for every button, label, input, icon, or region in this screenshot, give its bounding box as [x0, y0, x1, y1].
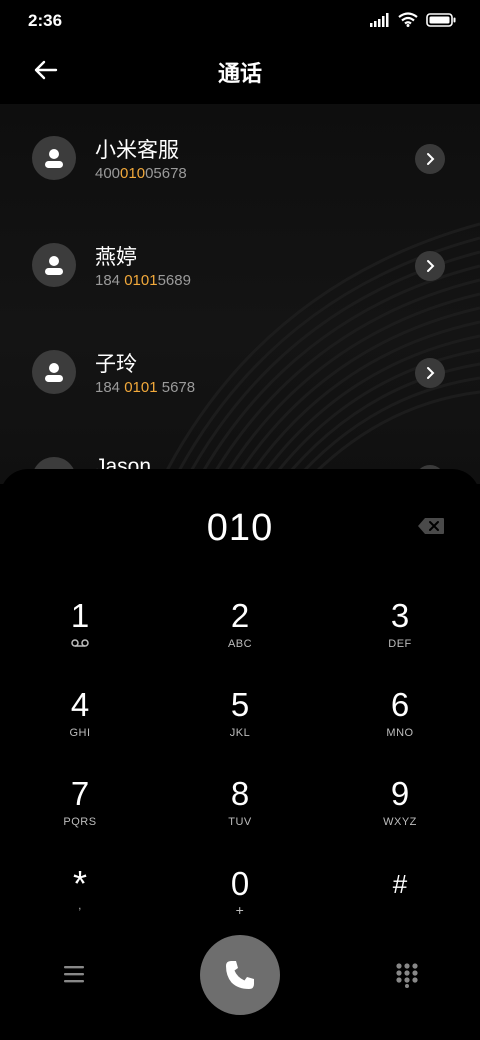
backspace-icon[interactable] [417, 517, 445, 535]
contact-name: 子玲 [95, 353, 137, 376]
dialed-number[interactable]: 010 [0, 507, 480, 550]
contact-name: 燕婷 [95, 246, 137, 269]
key-star[interactable]: * , [20, 866, 140, 946]
keypad-grid-icon[interactable] [395, 962, 419, 988]
contact-list: 小米客服 40001005678 燕婷 184 01015689 子玲 184 … [0, 104, 480, 532]
contact-number: 184 0101 5678 [95, 379, 196, 396]
contact-name: 小米客服 [95, 139, 179, 162]
key-0[interactable]: 0 + [180, 866, 300, 946]
avatar [32, 243, 76, 287]
chevron-right-icon [427, 153, 435, 165]
battery-icon [426, 12, 456, 27]
avatar [32, 136, 76, 180]
status-bar: 2:36 [0, 0, 480, 40]
wifi-icon [398, 12, 418, 27]
status-time: 2:36 [28, 11, 63, 30]
key-5[interactable]: 5 JKL [180, 687, 300, 767]
person-icon [45, 256, 63, 275]
list-item[interactable]: 燕婷 184 01015689 [0, 211, 480, 318]
call-button[interactable] [200, 935, 280, 1015]
contact-detail-button[interactable] [415, 251, 445, 281]
list-item[interactable]: 小米客服 40001005678 [0, 104, 480, 211]
contact-detail-button[interactable] [415, 358, 445, 388]
menu-icon[interactable] [62, 962, 86, 986]
person-icon [45, 149, 63, 168]
person-icon [45, 363, 63, 382]
chevron-right-icon [427, 260, 435, 272]
page-title: 通话 [217, 61, 262, 86]
key-3[interactable]: 3 DEF [340, 598, 460, 678]
status-icons [370, 12, 456, 27]
key-7[interactable]: 7 PQRS [20, 776, 140, 856]
signal-icon [370, 12, 389, 27]
key-8[interactable]: 8 TUV [180, 776, 300, 856]
contact-number: 40001005678 [95, 165, 187, 182]
key-9[interactable]: 9 WXYZ [340, 776, 460, 856]
chevron-right-icon [427, 367, 435, 379]
key-1[interactable]: 1 [20, 598, 140, 678]
key-6[interactable]: 6 MNO [340, 687, 460, 767]
phone-icon [226, 961, 254, 989]
voicemail-icon [20, 638, 140, 650]
contact-detail-button[interactable] [415, 144, 445, 174]
key-hash[interactable]: # [340, 866, 460, 946]
list-item[interactable]: 子玲 184 0101 5678 [0, 318, 480, 425]
key-2[interactable]: 2 ABC [180, 598, 300, 678]
key-4[interactable]: 4 GHI [20, 687, 140, 767]
header: 通话 [0, 40, 480, 104]
avatar [32, 350, 76, 394]
contact-number: 184 01015689 [95, 272, 191, 289]
